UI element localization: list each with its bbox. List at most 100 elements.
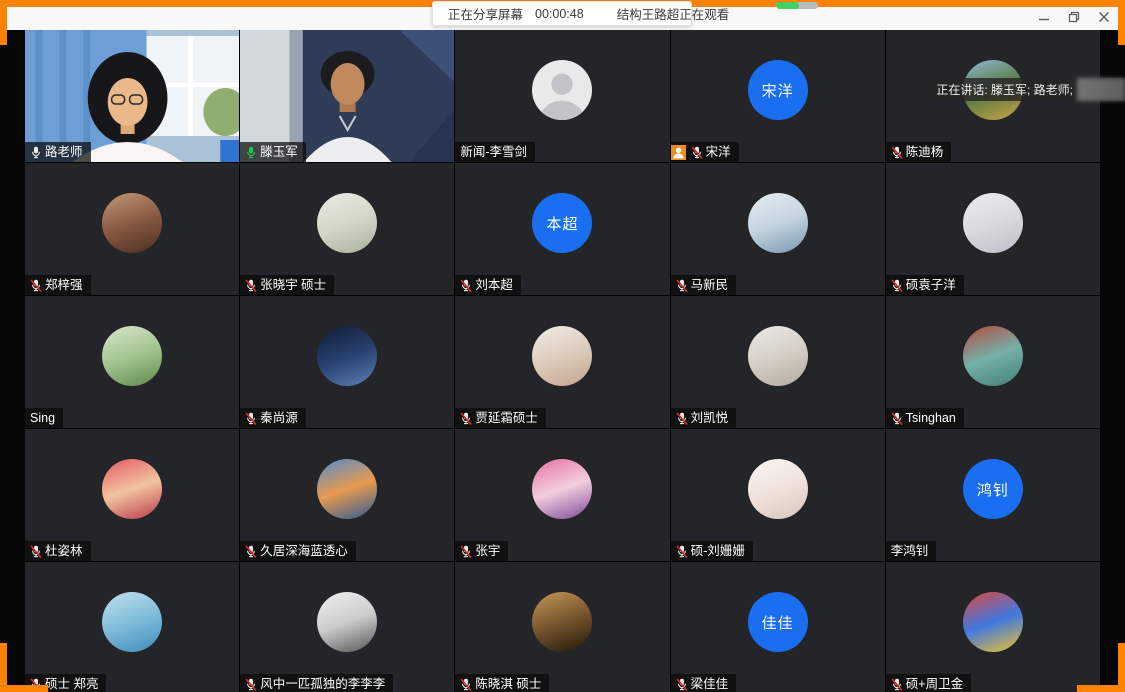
participant-name: 梁佳佳 <box>691 676 729 692</box>
participant-tile[interactable]: 硕士 郑亮 <box>25 562 239 692</box>
name-label: 硕-刘姗姗 <box>671 541 753 561</box>
window-controls <box>1031 8 1116 25</box>
participant-tile[interactable]: 硕袁子洋 <box>886 163 1100 295</box>
participant-name: 马新民 <box>691 277 729 293</box>
mic-muted-icon <box>676 279 688 292</box>
participant-tile[interactable]: 马新民 <box>671 163 885 295</box>
avatar-photo <box>532 459 592 519</box>
avatar-photo <box>102 459 162 519</box>
name-label: Tsinghan <box>886 408 964 428</box>
participant-name: 风中一匹孤独的李李李 <box>260 676 385 692</box>
participant-name: Sing <box>30 410 55 426</box>
participant-name: 张宇 <box>475 543 500 559</box>
participant-tile[interactable]: 宋洋宋洋 <box>671 30 885 162</box>
avatar-initials: 本超 <box>532 193 592 253</box>
mic-muted-icon <box>676 545 688 558</box>
name-label: 路老师 <box>25 142 91 162</box>
share-status-bar[interactable]: 正在分享屏幕 00:00:48 结构王路超正在观看 <box>432 1 692 26</box>
participant-name: 李鸿钊 <box>891 543 929 559</box>
name-label: 宋洋 <box>671 142 739 162</box>
restore-button[interactable] <box>1061 8 1086 25</box>
name-label: 陈晓淇 硕士 <box>455 674 549 692</box>
participant-tile[interactable]: 滕玉军 <box>240 30 454 162</box>
avatar-photo <box>317 459 377 519</box>
avatar-placeholder <box>532 60 592 120</box>
participant-tile[interactable]: 风中一匹孤独的李李李 <box>240 562 454 692</box>
participant-tile[interactable]: 杜姿林 <box>25 429 239 561</box>
sharing-label: 正在分享屏幕 <box>448 4 523 23</box>
close-button[interactable] <box>1091 8 1116 25</box>
mic-muted-icon <box>30 279 42 292</box>
participant-tile[interactable]: 佳佳梁佳佳 <box>671 562 885 692</box>
mic-muted-icon <box>891 678 903 691</box>
participant-tile[interactable]: Sing <box>25 296 239 428</box>
minimize-button[interactable] <box>1031 8 1056 25</box>
participant-name: 久居深海蓝透心 <box>260 543 348 559</box>
participant-tile[interactable]: 久居深海蓝透心 <box>240 429 454 561</box>
avatar-photo <box>963 592 1023 652</box>
participant-tile[interactable]: 路老师 <box>25 30 239 162</box>
participant-tile[interactable]: 贾延霜硕士 <box>455 296 669 428</box>
mic-on-icon <box>30 146 42 159</box>
avatar-initials: 佳佳 <box>748 592 808 652</box>
participant-name: 硕-刘姗姗 <box>691 543 745 559</box>
participant-tile[interactable]: 郑梓强 <box>25 163 239 295</box>
minimize-icon <box>1038 11 1050 23</box>
name-label: 贾延霜硕士 <box>455 408 546 428</box>
participant-tile[interactable]: Tsinghan <box>886 296 1100 428</box>
mic-muted-icon <box>245 279 257 292</box>
name-label: 硕+周卫金 <box>886 674 971 692</box>
participant-name: 郑梓强 <box>45 277 83 293</box>
avatar-photo <box>317 326 377 386</box>
name-label: Sing <box>25 408 63 428</box>
participant-tile[interactable]: 张宇 <box>455 429 669 561</box>
name-label: 刘本超 <box>455 275 521 295</box>
blurred-cursor-blob <box>1077 78 1125 101</box>
avatar-photo <box>317 193 377 253</box>
participant-tile[interactable]: 硕+周卫金 <box>886 562 1100 692</box>
avatar-photo <box>102 592 162 652</box>
mic-muted-icon <box>460 279 472 292</box>
avatar-photo <box>102 193 162 253</box>
avatar-photo <box>532 592 592 652</box>
participant-name: Tsinghan <box>906 410 956 426</box>
participant-name: 秦尚源 <box>260 410 298 426</box>
share-border-right-top <box>1118 0 1125 45</box>
participant-tile[interactable]: 硕-刘姗姗 <box>671 429 885 561</box>
name-label: 秦尚源 <box>240 408 306 428</box>
share-border-left-top <box>0 0 7 45</box>
participant-tile[interactable]: 陈晓淇 硕士 <box>455 562 669 692</box>
participant-tile[interactable]: 本超刘本超 <box>455 163 669 295</box>
mic-muted-icon <box>245 412 257 425</box>
name-label: 梁佳佳 <box>671 674 737 692</box>
volume-indicator[interactable] <box>776 2 818 9</box>
avatar-photo <box>102 326 162 386</box>
participant-name: 硕袁子洋 <box>906 277 956 293</box>
participant-name: 滕玉军 <box>260 144 298 160</box>
participant-name: 宋洋 <box>706 144 731 160</box>
participant-tile[interactable]: 张晓宇 硕士 <box>240 163 454 295</box>
restore-icon <box>1068 11 1080 23</box>
participant-name: 刘凯悦 <box>691 410 729 426</box>
close-icon <box>1098 11 1110 23</box>
name-label: 马新民 <box>671 275 737 295</box>
participant-name: 路老师 <box>45 144 83 160</box>
participant-tile[interactable]: 秦尚源 <box>240 296 454 428</box>
name-label: 刘凯悦 <box>671 408 737 428</box>
watching-label: 结构王路超正在观看 <box>617 4 730 23</box>
avatar-photo <box>748 326 808 386</box>
participant-tile[interactable]: 新闻-李雪剑 <box>455 30 669 162</box>
share-border-bottom-right <box>1077 685 1125 692</box>
avatar-photo <box>748 193 808 253</box>
avatar-photo <box>532 326 592 386</box>
avatar-initials: 鸿钊 <box>963 459 1023 519</box>
name-label: 陈迪杨 <box>886 142 952 162</box>
mic-muted-icon <box>460 545 472 558</box>
participant-grid: 路老师滕玉军新闻-李雪剑宋洋宋洋陈迪杨郑梓强张晓宇 硕士本超刘本超马新民硕袁子洋… <box>25 30 1100 692</box>
meeting-window: 正在分享屏幕 00:00:48 结构王路超正在观看 路老师滕玉军新闻-李雪剑宋洋… <box>0 0 1125 692</box>
mic-muted-icon <box>676 412 688 425</box>
name-label: 风中一匹孤独的李李李 <box>240 674 393 692</box>
participant-tile[interactable]: 刘凯悦 <box>671 296 885 428</box>
participant-tile[interactable]: 鸿钊李鸿钊 <box>886 429 1100 561</box>
avatar-photo <box>963 326 1023 386</box>
